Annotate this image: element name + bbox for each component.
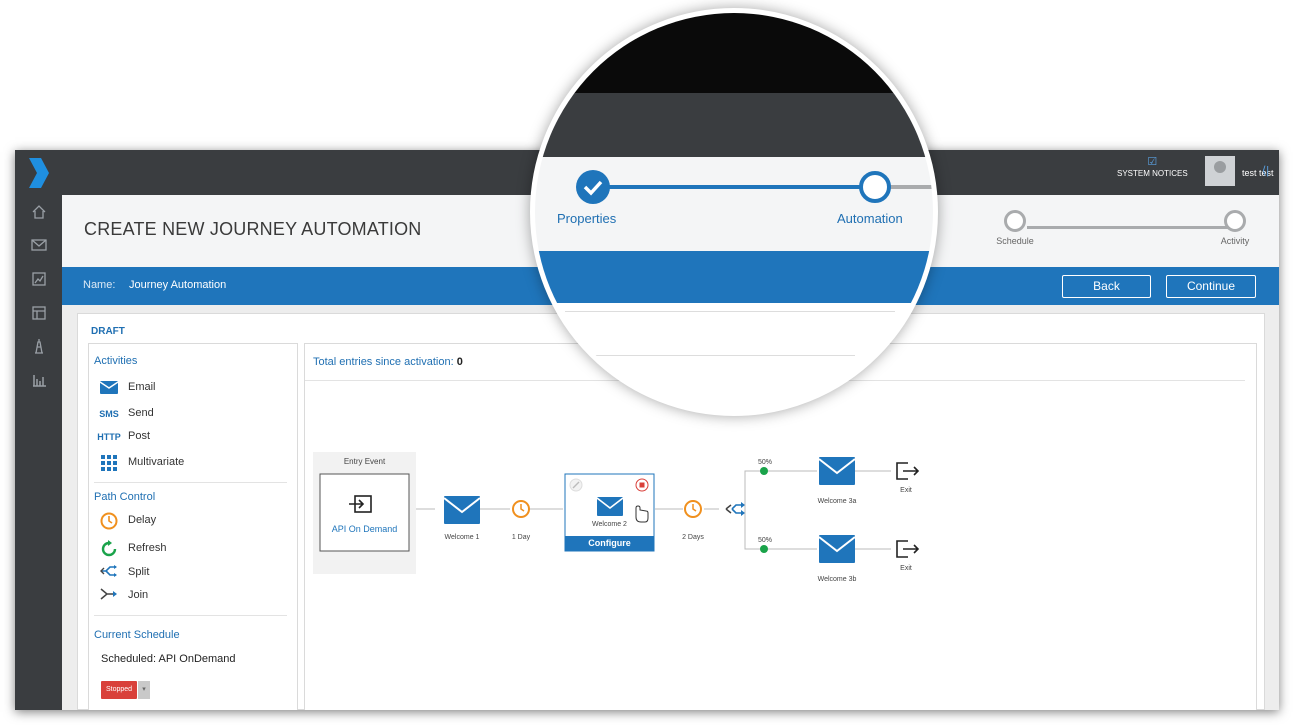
split-a-dot xyxy=(760,467,768,475)
step-activity-dot xyxy=(1224,210,1246,232)
palette-http-label: Post xyxy=(128,430,151,442)
delete-trash-icon xyxy=(635,478,649,492)
step-automation-current xyxy=(859,171,891,203)
name-label: Name: xyxy=(83,279,116,291)
entries-label: Total entries since activation: xyxy=(313,356,454,368)
exit-b-icon xyxy=(896,540,920,558)
tower-icon[interactable] xyxy=(29,338,49,358)
left-nav-rail xyxy=(15,150,62,710)
palette-join-label: Join xyxy=(128,589,149,601)
welcome3a-label: Welcome 3a xyxy=(817,498,857,505)
welcome2-label: Welcome 2 xyxy=(592,521,627,528)
schedule-status-dropdown[interactable]: ▾ xyxy=(138,681,150,699)
reports-icon[interactable] xyxy=(29,271,49,291)
delay2-clock-icon xyxy=(684,500,702,518)
delay1-clock-icon xyxy=(512,500,530,518)
envelope-icon[interactable] xyxy=(29,238,49,258)
activities-title: Activities xyxy=(94,355,138,367)
exit-a-icon xyxy=(896,462,920,480)
split-b-percent: 50% xyxy=(757,537,772,544)
magnified-top-edge xyxy=(535,13,933,93)
stepper-progress-line xyxy=(593,185,875,189)
home-icon[interactable] xyxy=(29,204,49,224)
welcome3a-email-icon xyxy=(818,457,856,485)
entries-summary: Total entries since activation: 0 xyxy=(313,356,463,368)
edit-pencil-icon xyxy=(569,478,583,492)
configure-button[interactable]: Configure xyxy=(565,538,654,548)
sms-icon: SMS xyxy=(99,409,119,419)
step-schedule[interactable]: Schedule xyxy=(990,210,1040,246)
email-icon xyxy=(99,379,119,399)
palette-split-label: Split xyxy=(128,566,150,578)
welcome1-label: Welcome 1 xyxy=(444,534,480,541)
templates-icon[interactable] xyxy=(29,305,49,325)
delay2-label: 2 Days xyxy=(682,534,704,541)
step-activity[interactable]: Activity xyxy=(1210,210,1260,246)
split-node-icon xyxy=(725,502,745,516)
divider xyxy=(565,311,895,312)
step-activity-label: Activity xyxy=(1220,236,1250,246)
notice-check-icon: ☑ xyxy=(1147,156,1158,168)
current-schedule-title: Current Schedule xyxy=(94,629,180,641)
back-button[interactable]: Back xyxy=(1062,275,1151,298)
join-icon xyxy=(99,587,119,606)
split-icon xyxy=(99,564,119,583)
magnifier-lens: Properties Automation xyxy=(530,8,938,416)
stepper-line xyxy=(1027,226,1237,229)
split-a-percent: 50% xyxy=(757,459,772,466)
palette-delay-label: Delay xyxy=(128,514,157,526)
continue-button[interactable]: Continue xyxy=(1166,275,1256,298)
page-title: CREATE NEW JOURNEY AUTOMATION xyxy=(84,219,422,239)
entries-value: 0 xyxy=(456,356,463,368)
status-badge: DRAFT xyxy=(91,326,125,337)
refresh-icon xyxy=(99,540,119,563)
delay1-label: 1 Day xyxy=(511,534,531,541)
palette-sms-label: Send xyxy=(128,407,154,419)
avatar xyxy=(1205,156,1235,186)
http-icon: HTTP xyxy=(97,432,121,442)
step-properties-label[interactable]: Properties xyxy=(557,211,616,226)
collapse-panel-icon[interactable]: ⟨| xyxy=(1262,164,1269,177)
journey-flow xyxy=(313,452,920,574)
palette-refresh-label: Refresh xyxy=(128,542,167,554)
palette-email-label: Email xyxy=(128,381,156,393)
multivariate-icon xyxy=(99,454,119,476)
step-schedule-dot xyxy=(1004,210,1026,232)
journey-name[interactable]: Journey Automation xyxy=(129,279,226,291)
path-control-title: Path Control xyxy=(94,491,156,503)
schedule-status-button[interactable]: Stopped xyxy=(101,681,137,699)
welcome3b-email-icon xyxy=(818,535,856,563)
entry-event-label[interactable]: API On Demand xyxy=(320,524,409,534)
exit-b-label: Exit xyxy=(900,565,912,572)
schedule-text: Scheduled: API OnDemand xyxy=(101,653,236,665)
step-properties-complete xyxy=(576,170,610,204)
system-notices-button[interactable]: ☑ SYSTEM NOTICES xyxy=(1117,156,1188,180)
exit-a-label: Exit xyxy=(900,487,912,494)
system-notices-label: SYSTEM NOTICES xyxy=(1117,169,1188,178)
divider xyxy=(94,482,287,483)
step-schedule-label: Schedule xyxy=(996,236,1034,246)
palette-multivariate-label: Multivariate xyxy=(128,456,185,468)
welcome3b-label: Welcome 3b xyxy=(817,576,857,583)
clock-icon xyxy=(99,512,119,535)
activity-palette: Activities Email SMS Send HTTP Post Mult… xyxy=(88,343,298,710)
divider xyxy=(585,355,855,356)
magnified-topbar xyxy=(535,93,933,157)
analytics-icon[interactable] xyxy=(29,372,49,392)
brand-logo[interactable] xyxy=(27,156,51,190)
welcome1-email-icon xyxy=(443,496,481,524)
split-b-dot xyxy=(760,545,768,553)
divider xyxy=(94,615,287,616)
stepper-remaining-line xyxy=(890,185,933,189)
welcome2-email-icon xyxy=(596,497,624,516)
entry-event-title: Entry Event xyxy=(343,457,386,466)
magnified-namebar xyxy=(535,251,933,303)
step-automation-label[interactable]: Automation xyxy=(837,211,903,226)
